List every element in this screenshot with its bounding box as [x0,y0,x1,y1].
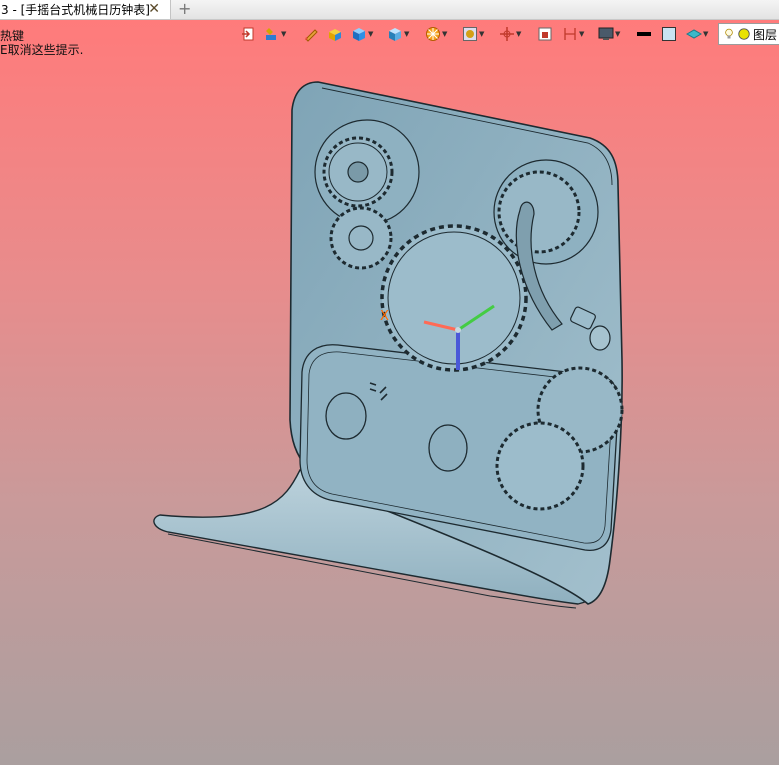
view-cube-tool: ▼ [387,25,409,43]
dimension-dropdown-icon[interactable]: ▼ [579,30,584,38]
gear-top-left [322,136,394,208]
lightbulb-icon[interactable] [723,27,735,41]
axis-icon[interactable] [499,26,515,42]
monitor-dropdown-icon[interactable]: ▼ [615,30,620,38]
dimension-tool: ▼ [562,25,584,43]
paint-icon[interactable] [264,26,280,42]
cube-icon[interactable] [351,26,367,42]
render-wheel-tool: ▼ [425,25,447,43]
part-hole-right [428,424,468,472]
line-color-icon[interactable] [636,26,652,42]
gear-large-center [380,224,528,372]
axis-tool: ▼ [499,25,521,43]
document-tab-title: 3 - [手摇台式机械日历钟表] [1,3,150,17]
cube-dropdown-icon[interactable]: ▼ [368,30,373,38]
paint-dropdown-icon[interactable]: ▼ [281,30,286,38]
render-wheel-icon[interactable] [425,26,441,42]
paint-tool: ▼ [264,25,286,43]
view-cube-dropdown-icon[interactable]: ▼ [404,30,409,38]
section-icon[interactable] [537,26,553,42]
dimension-icon[interactable] [562,26,578,42]
box-shaded-icon[interactable] [327,26,343,42]
new-tab-icon[interactable]: + [178,0,191,18]
document-tab[interactable]: 3 - [手摇台式机械日历钟表] ✕ [0,0,171,19]
exit-icon[interactable] [241,26,257,42]
3d-viewport[interactable]: 热键 E取消这些提示. X ▼ ▼ ▼ ▼ ▼ ▼ ▼ ▼ ▼ 图层 [0,20,779,765]
section-tool [537,25,553,43]
view-toolbar [241,25,257,43]
display-filter-dropdown-icon[interactable]: ▼ [479,30,484,38]
line-color-tool [636,25,652,43]
monitor-icon[interactable] [598,26,614,42]
fill-color-icon[interactable] [661,26,677,42]
part-hole-left [325,392,367,440]
layer-plane-tool: ▼ [686,25,708,43]
fill-color-tool [661,25,677,43]
display-filter-icon[interactable] [462,26,478,42]
layer-plane-dropdown-icon[interactable]: ▼ [703,30,708,38]
sheet-metal-part[interactable]: X [0,20,779,765]
cube-tool: ▼ [351,25,373,43]
gear-small-left [329,206,393,270]
layer-plane-icon[interactable] [686,26,702,42]
svg-text:X: X [380,309,389,324]
pencil-tool [303,25,319,43]
layer-color-icon[interactable] [737,27,751,41]
monitor-tool: ▼ [598,25,620,43]
render-wheel-dropdown-icon[interactable]: ▼ [442,30,447,38]
pencil-icon[interactable] [303,26,319,42]
axis-dropdown-icon[interactable]: ▼ [516,30,521,38]
close-tab-icon[interactable]: ✕ [148,0,160,18]
box-shaded-tool [327,25,343,43]
display-filter-tool: ▼ [462,25,484,43]
document-tab-bar: 3 - [手摇台式机械日历钟表] ✕ + [0,0,779,20]
layer-label: 图层 [753,27,778,42]
layer-selector[interactable]: 图层 [718,23,779,45]
gear-top-right [497,170,581,254]
view-cube-icon[interactable] [387,26,403,42]
gear-bottom-right [495,421,585,511]
